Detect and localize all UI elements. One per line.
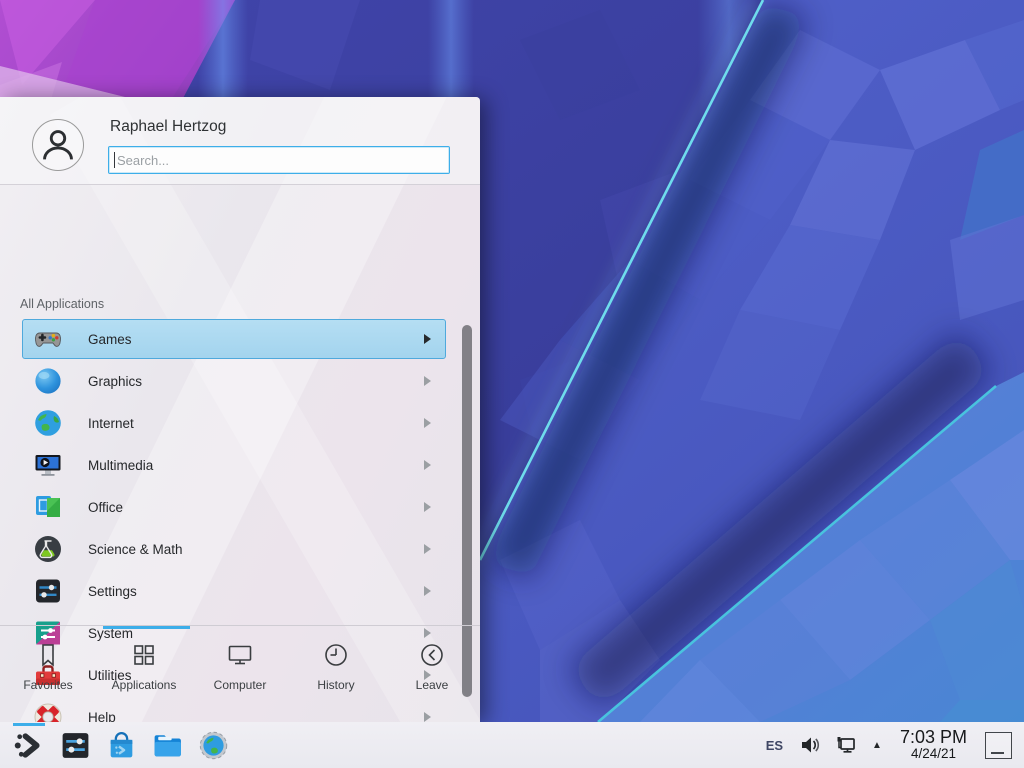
application-launcher-button[interactable] [6, 722, 52, 768]
tab-leave[interactable]: Leave [384, 629, 480, 722]
category-item-games[interactable]: Games [22, 319, 446, 359]
tab-history[interactable]: History [288, 629, 384, 722]
tab-applications[interactable]: Applications [96, 629, 192, 722]
computer-icon [226, 641, 254, 669]
category-label: Multimedia [88, 458, 424, 473]
applications-icon [130, 641, 158, 669]
web-browser-button[interactable] [190, 722, 236, 768]
category-item-settings[interactable]: Settings [22, 571, 446, 611]
launcher-footer: Favorites Applications Computer History Leav… [0, 625, 480, 722]
category-label: Settings [88, 584, 424, 599]
discover-software-center-button[interactable] [98, 722, 144, 768]
text-caret [114, 152, 115, 168]
volume-icon[interactable] [799, 734, 821, 756]
show-desktop-glyph [991, 752, 1004, 754]
taskbar-panel: ES ▲ 7:03 PM 4/24/2 [0, 722, 1024, 768]
discover-icon [105, 729, 138, 762]
internet-icon [32, 407, 64, 439]
chevron-right-icon [424, 544, 431, 554]
category-item-graphics[interactable]: Graphics [22, 361, 446, 401]
chevron-right-icon [424, 376, 431, 386]
chevron-right-icon [424, 418, 431, 428]
clock-date: 4/24/21 [911, 747, 956, 761]
tab-label: Applications [112, 678, 177, 692]
chevron-right-icon [424, 460, 431, 470]
clock-time: 7:03 PM [900, 728, 967, 747]
chevron-right-icon [424, 586, 431, 596]
chevron-right-icon [424, 502, 431, 512]
category-label: Science & Math [88, 542, 424, 557]
category-label: Graphics [88, 374, 424, 389]
network-icon[interactable] [835, 734, 857, 756]
leave-icon [418, 641, 446, 669]
launcher-header: Raphael Hertzog [0, 97, 480, 185]
system-settings-button[interactable] [52, 722, 98, 768]
web-browser-icon [197, 729, 230, 762]
category-item-office[interactable]: Office [22, 487, 446, 527]
tab-label: Leave [416, 678, 449, 692]
history-icon [322, 641, 350, 669]
office-icon [32, 491, 64, 523]
category-item-internet[interactable]: Internet [22, 403, 446, 443]
tab-favorites[interactable]: Favorites [0, 629, 96, 722]
category-label: Office [88, 500, 424, 515]
digital-clock[interactable]: 7:03 PM 4/24/21 [900, 728, 967, 761]
games-icon [32, 323, 64, 355]
chevron-right-icon [424, 334, 431, 344]
tab-computer[interactable]: Computer [192, 629, 288, 722]
application-launcher-menu: Raphael Hertzog All Applications Games Gr… [0, 97, 480, 722]
expand-tray-icon[interactable]: ▲ [872, 722, 882, 768]
file-manager-icon [151, 729, 184, 762]
kickoff-icon [13, 729, 46, 762]
keyboard-layout-indicator[interactable]: ES [757, 722, 792, 768]
graphics-icon [32, 365, 64, 397]
tab-label: History [317, 678, 354, 692]
science-icon [32, 533, 64, 565]
show-desktop-button[interactable] [985, 732, 1012, 759]
tab-label: Computer [214, 678, 267, 692]
user-name: Raphael Hertzog [110, 118, 226, 136]
settings-icon [32, 575, 64, 607]
search-input[interactable] [108, 146, 450, 174]
desktop-screen: Raphael Hertzog All Applications Games Gr… [0, 0, 1024, 768]
system-settings-icon [59, 729, 92, 762]
multimedia-icon [32, 449, 64, 481]
file-manager-button[interactable] [144, 722, 190, 768]
user-avatar[interactable] [32, 119, 84, 171]
active-task-indicator [13, 723, 45, 726]
section-label: All Applications [20, 297, 104, 311]
category-label: Games [88, 332, 424, 347]
category-item-science-math[interactable]: Science & Math [22, 529, 446, 569]
favorites-icon [34, 641, 62, 669]
category-label: Internet [88, 416, 424, 431]
tab-label: Favorites [23, 678, 72, 692]
category-item-multimedia[interactable]: Multimedia [22, 445, 446, 485]
